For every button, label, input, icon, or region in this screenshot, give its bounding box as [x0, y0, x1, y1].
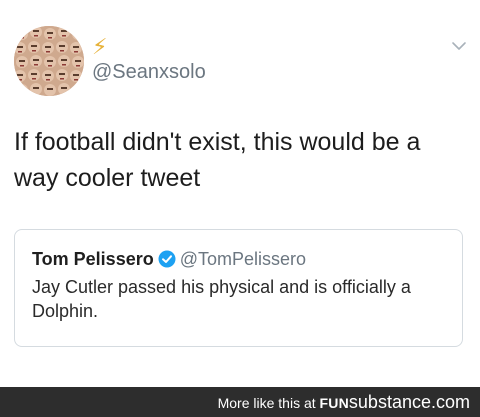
quoted-author-handle[interactable]: @TomPelissero [180, 249, 306, 269]
lightning-icon: ⚡ [92, 34, 108, 59]
chevron-down-icon[interactable] [451, 38, 467, 54]
footer-brand-fun: FUN [319, 395, 349, 411]
quoted-author-name[interactable]: Tom Pelissero [32, 249, 154, 269]
footer-brand-tld: .com [430, 392, 470, 412]
quoted-tweet[interactable]: Tom Pelissero @TomPelissero Jay Cutler pa… [14, 229, 463, 347]
footer-link[interactable]: More like this at FUNsubstance.com [217, 392, 470, 412]
tweet-text: If football didn't exist, this would be … [14, 128, 421, 192]
tweet-card: ⚡ @Seanxsolo If football didn't exist, t… [0, 0, 480, 387]
quoted-tweet-header: Tom Pelissero @TomPelissero [32, 247, 306, 271]
avatar[interactable] [14, 26, 84, 96]
tweet-handle[interactable]: @Seanxsolo [92, 60, 206, 84]
footer-prefix: More like this at [217, 395, 320, 411]
display-name[interactable]: ⚡ [92, 34, 107, 60]
quoted-tweet-text: Jay Cutler passed his physical and is of… [32, 277, 411, 321]
footer-brand-substance: substance [348, 392, 431, 412]
site-footer: More like this at FUNsubstance.com [0, 387, 480, 417]
verified-badge-icon [158, 250, 176, 274]
